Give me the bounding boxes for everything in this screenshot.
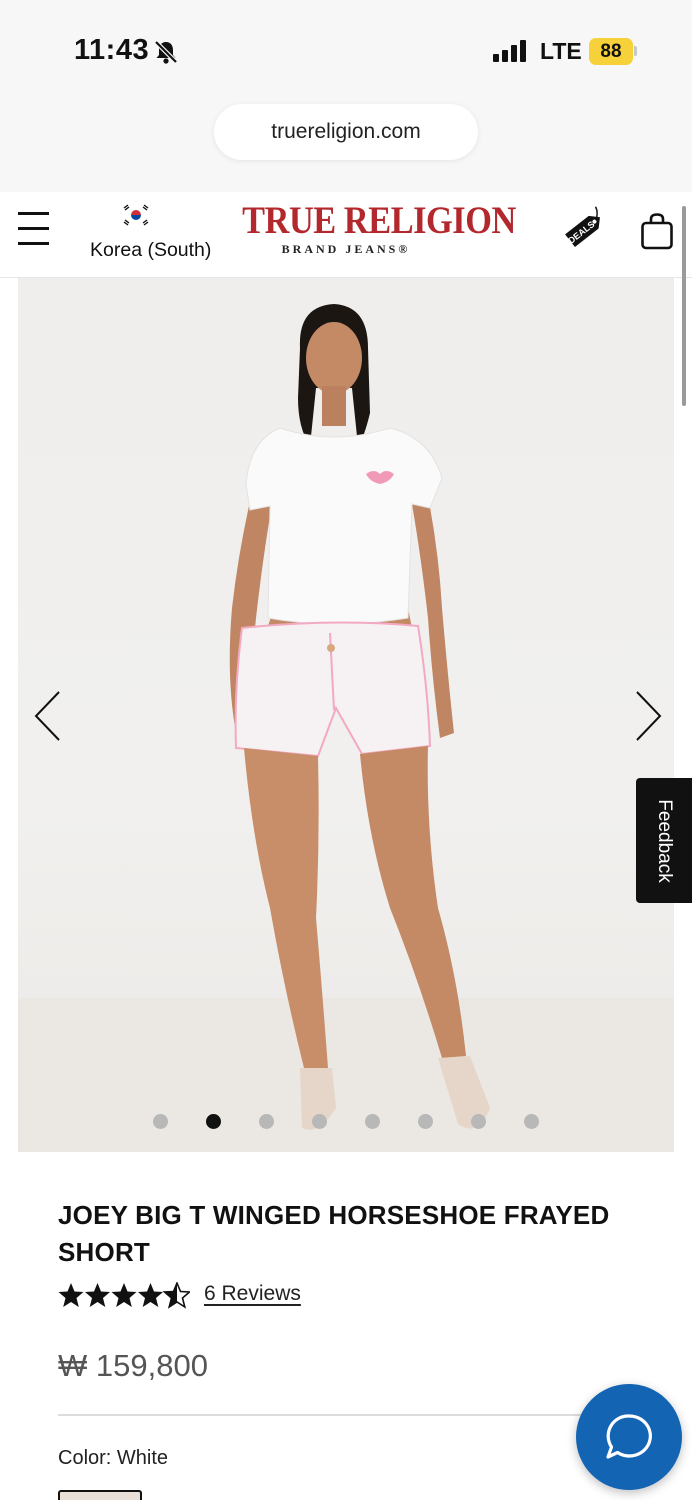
battery-icon: 88 <box>589 38 633 65</box>
reviews-link[interactable]: 6 Reviews <box>204 1282 301 1306</box>
pagination-dot[interactable] <box>259 1114 274 1129</box>
pagination-dot[interactable] <box>471 1114 486 1129</box>
product-price: ₩ 159,800 <box>58 1348 208 1383</box>
battery-tip <box>634 46 637 56</box>
color-swatch-white[interactable] <box>58 1490 142 1500</box>
product-photo <box>18 304 674 1152</box>
previous-image-button[interactable] <box>32 686 72 746</box>
logo-subline: BRAND JEANS® <box>281 242 411 256</box>
signal-icon <box>493 40 529 62</box>
product-title: JOEY BIG T WINGED HORSESHOE FRAYED SHORT <box>58 1200 610 1267</box>
url-bar[interactable]: truereligion.com <box>214 104 478 160</box>
chat-bubble-icon <box>606 1414 652 1459</box>
page-scrollbar[interactable] <box>682 206 686 406</box>
logo-wordmark: TRUE RELIGION <box>242 199 516 242</box>
next-image-button[interactable] <box>624 686 664 746</box>
network-type: LTE <box>540 38 582 64</box>
site-header: Korea (South) TRUE RELIGION BRAND JEANS®… <box>0 192 692 278</box>
korea-flag-icon <box>122 204 150 226</box>
shopping-bag-icon[interactable] <box>640 212 674 250</box>
browser-url-area: truereligion.com <box>0 100 692 192</box>
pagination-dot[interactable] <box>153 1114 168 1129</box>
product-image-gallery[interactable] <box>18 278 674 1152</box>
gallery-pagination <box>18 1112 674 1132</box>
pagination-dot[interactable] <box>365 1114 380 1129</box>
status-bar: 11:43 LTE 88 <box>0 0 692 100</box>
feedback-tab[interactable]: Feedback <box>636 778 692 903</box>
bell-muted-icon <box>154 40 178 64</box>
pagination-dot[interactable] <box>524 1114 539 1129</box>
country-selector[interactable]: Korea (South) <box>90 202 218 262</box>
deals-tag-icon[interactable]: DEALS <box>562 206 608 252</box>
pagination-dot[interactable] <box>418 1114 433 1129</box>
divider <box>58 1414 634 1416</box>
product-rating: 6 Reviews <box>58 1280 358 1312</box>
color-label: Color: White <box>58 1447 169 1469</box>
feedback-label: Feedback <box>654 798 675 883</box>
chat-button[interactable] <box>576 1384 682 1490</box>
country-label: Korea (South) <box>90 239 212 261</box>
star-rating-icon <box>58 1282 190 1308</box>
status-time: 11:43 <box>74 34 150 66</box>
pagination-dot-active[interactable] <box>206 1114 221 1129</box>
pagination-dot[interactable] <box>312 1114 327 1129</box>
brand-logo[interactable]: TRUE RELIGION BRAND JEANS® <box>228 199 516 260</box>
menu-icon[interactable] <box>18 210 49 246</box>
